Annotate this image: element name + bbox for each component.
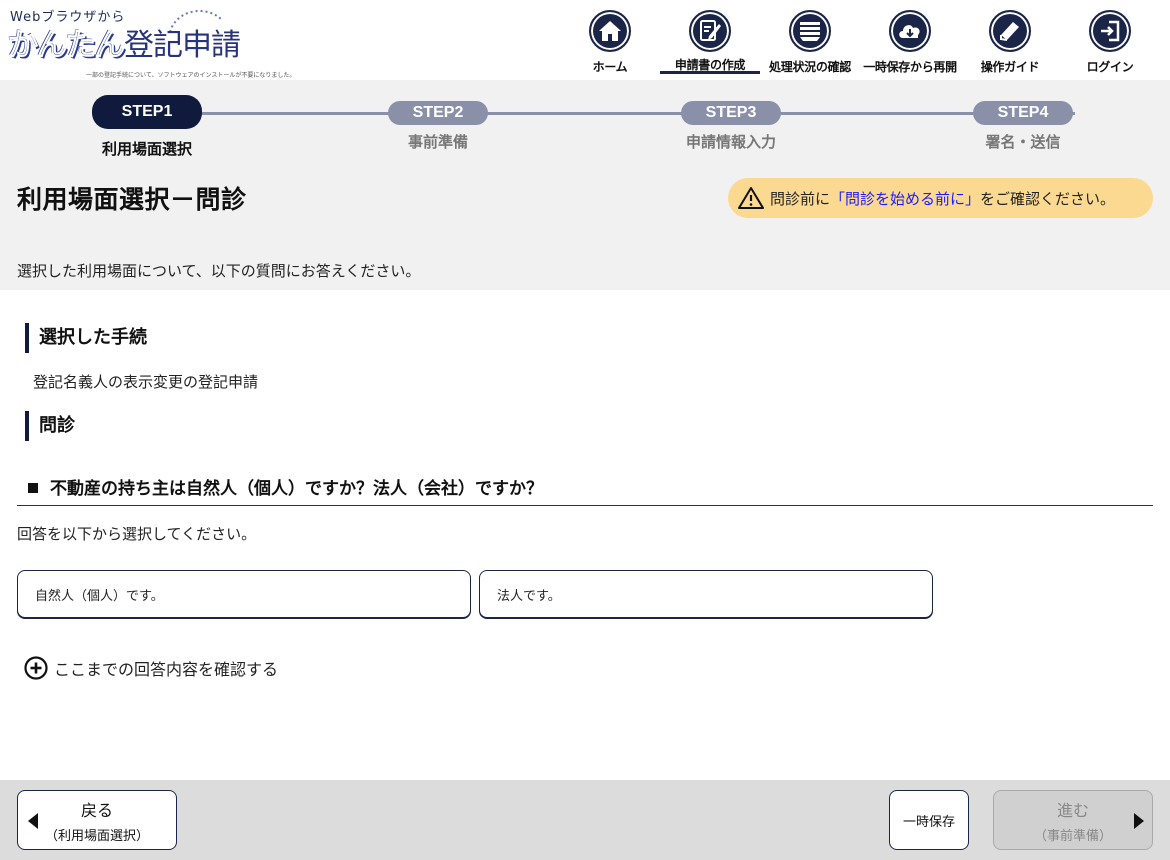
notice-link[interactable]: 「問診を始める前に」 [830,188,980,209]
notice-text-after: をご確認ください。 [980,189,1116,208]
nav-login[interactable]: ログイン [1060,8,1160,76]
logo-touki: 登記申請 [124,28,241,63]
page-title: 利用場面選択－問診 [17,185,247,214]
logo-subtext: 一部の登記手続について、ソフトウェアのインストールが不要になりました。 [86,72,296,79]
login-icon [1089,10,1131,52]
back-button[interactable]: 戻る （利用場面選択） [17,790,177,850]
step-connector-line [200,112,1075,115]
step-progress: STEP1 利用場面選択 STEP2 事前準備 STEP3 申請情報入力 STE… [0,95,1170,158]
nav-status-label: 処理状況の確認 [769,60,851,74]
status-list-icon [789,10,831,52]
step2-pill: STEP2 [388,101,488,125]
step1-pill: STEP1 [92,95,202,129]
home-icon [589,10,631,52]
arrow-right-icon [1134,813,1144,829]
question-text: 不動産の持ち主は自然人（個人）ですか？法人（会社）ですか？ [50,479,543,499]
answer-instruction: 回答を以下から選択してください。 [17,525,257,543]
back-button-sub: （利用場面選択） [44,828,149,844]
nav-home[interactable]: ホーム [560,8,660,76]
choice-corporation-button[interactable]: 法人です。 [479,570,933,618]
step4-pill: STEP4 [973,101,1073,125]
site-logo[interactable]: Webブラウザから かんたん登記申請 一部の登記手続について、ソフトウェアのイン… [8,6,298,79]
next-button-sub: （事前準備） [1033,828,1112,844]
nav-create-application[interactable]: 申請書の作成 [660,8,760,76]
nav-status[interactable]: 処理状況の確認 [760,8,860,76]
next-button[interactable]: 進む （事前準備） [993,790,1153,850]
interview-notice: 問診前に 「問診を始める前に」 をご確認ください。 [728,178,1153,218]
cloud-download-icon [889,10,931,52]
step3-pill: STEP3 [681,101,781,125]
nav-create-label: 申請書の作成 [674,58,746,72]
confirm-answers-label: ここまでの回答内容を確認する [54,660,279,679]
step4-label: 署名・送信 [985,133,1061,151]
logo-kantan: かんたん [8,28,126,64]
book-icon [989,10,1031,52]
step2-label: 事前準備 [407,133,468,151]
confirm-answers-link[interactable]: ここまでの回答内容を確認する [24,656,278,680]
nav-home-label: ホーム [592,60,628,74]
question-header: 不動産の持ち主は自然人（個人）ですか？法人（会社）ですか？ [17,474,1153,506]
nav-resume-label: 一時保存から再開 [863,60,957,74]
step1-label: 利用場面選択 [101,140,192,158]
selected-procedure-heading: 選択した手続 [25,323,147,353]
arrow-left-icon [28,813,38,829]
nav-resume[interactable]: 一時保存から再開 [860,8,960,76]
logo-title: かんたん登記申請 [8,20,242,64]
choice-natural-person-button[interactable]: 自然人（個人）です。 [17,570,471,618]
nav-guide-label: 操作ガイド [980,60,1040,74]
back-button-label: 戻る [80,800,113,820]
notice-text-before: 問診前に [770,189,831,208]
main-nav: ホーム 申請書の作成 処理状況の確認 一時保存から再開 操作ガイド ログイン [560,8,1160,76]
plus-circle-icon [24,656,48,680]
interview-heading: 問診 [25,411,75,441]
nav-guide[interactable]: 操作ガイド [960,8,1060,76]
square-bullet-icon [28,483,38,493]
nav-login-label: ログイン [1086,60,1134,74]
warning-icon [738,187,764,209]
next-button-label: 進む [1056,800,1089,820]
footer-bar: 戻る （利用場面選択） 一時保存 進む （事前準備） [0,780,1170,860]
step3-label: 申請情報入力 [685,133,776,151]
lead-text: 選択した利用場面について、以下の質問にお答えください。 [17,262,421,280]
temp-save-button[interactable]: 一時保存 [889,790,969,850]
edit-document-icon [689,10,731,52]
selected-procedure-value: 登記名義人の表示変更の登記申請 [33,373,259,391]
site-header: Webブラウザから かんたん登記申請 一部の登記手続について、ソフトウェアのイン… [0,0,1170,80]
